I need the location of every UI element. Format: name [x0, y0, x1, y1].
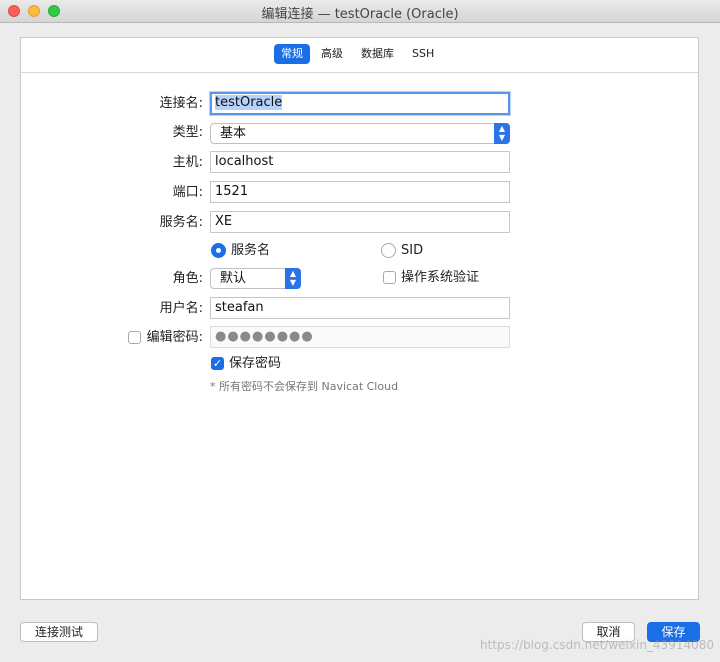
os-auth-label: 操作系统验证: [401, 270, 480, 285]
username-input[interactable]: steafan: [210, 297, 510, 319]
username-label: 用户名:: [159, 301, 203, 316]
service-name-radio[interactable]: [211, 243, 226, 258]
sid-radio-label: SID: [401, 243, 424, 258]
host-input[interactable]: localhost: [210, 151, 510, 173]
tab-database[interactable]: 数据库: [354, 44, 401, 64]
type-select[interactable]: 基本 ▲ ▼: [210, 123, 510, 144]
watermark: https://blog.csdn.net/weixin_43914080: [479, 638, 714, 652]
service-name-label: 服务名:: [159, 215, 203, 230]
connection-name-value: testOracle: [215, 95, 283, 110]
type-label: 类型:: [172, 125, 203, 140]
edit-password-label: 编辑密码:: [146, 330, 203, 345]
save-password-label: 保存密码: [229, 356, 282, 371]
connection-panel: 常规 高级 数据库 SSH 连接名: testOracle 类型: 基本 ▲ ▼ …: [20, 37, 699, 600]
tab-ssh[interactable]: SSH: [405, 44, 441, 64]
port-input[interactable]: 1521: [210, 181, 510, 203]
connection-name-label: 连接名:: [159, 96, 203, 111]
title-bar: 编辑连接 — testOracle (Oracle): [0, 0, 720, 23]
role-label: 角色:: [172, 271, 203, 286]
type-value: 基本: [220, 126, 247, 141]
role-select[interactable]: 默认 ▲ ▼: [210, 268, 301, 289]
os-auth-checkbox[interactable]: [383, 271, 396, 284]
role-value: 默认: [220, 271, 247, 286]
service-name-radio-label: 服务名: [231, 243, 271, 258]
select-arrows-icon: ▲ ▼: [494, 123, 510, 144]
port-label: 端口:: [172, 185, 203, 200]
tab-bar: 常规 高级 数据库 SSH: [21, 38, 698, 73]
sid-radio[interactable]: [381, 243, 396, 258]
select-arrows-icon: ▲ ▼: [285, 268, 301, 289]
service-name-input[interactable]: XE: [210, 211, 510, 233]
test-connection-button[interactable]: 连接测试: [20, 622, 98, 642]
tab-advanced[interactable]: 高级: [314, 44, 350, 64]
connection-name-input[interactable]: testOracle: [210, 92, 510, 115]
save-password-checkbox[interactable]: ✓: [211, 357, 224, 370]
window-title: 编辑连接 — testOracle (Oracle): [261, 7, 459, 22]
tab-general[interactable]: 常规: [274, 44, 310, 64]
password-input[interactable]: ●●●●●●●●: [210, 326, 510, 348]
password-note: * 所有密码不会保存到 Navicat Cloud: [210, 380, 399, 393]
host-label: 主机:: [172, 155, 203, 170]
